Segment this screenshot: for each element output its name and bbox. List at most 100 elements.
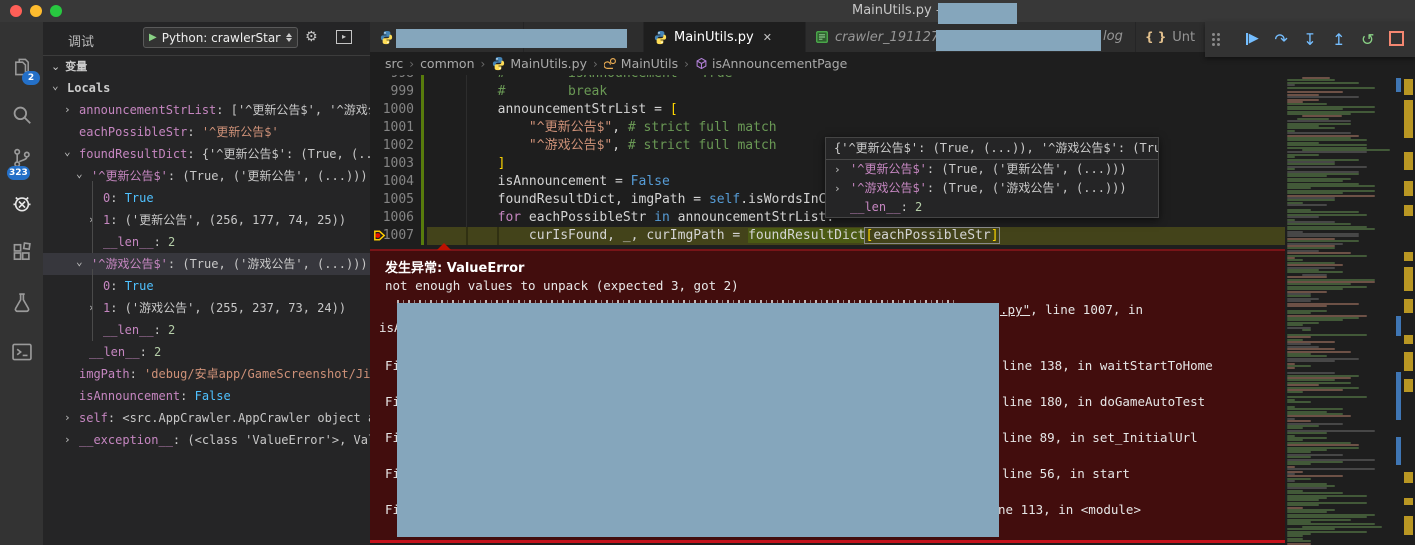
minimap-code-line — [1287, 84, 1295, 87]
breadcrumb-item[interactable]: MainUtils — [603, 56, 678, 71]
chevron-right-icon[interactable]: › — [834, 179, 841, 198]
gear-icon[interactable]: ⚙ — [305, 29, 318, 45]
chevron-down-icon[interactable]: ⌄ — [64, 143, 71, 163]
minimap[interactable] — [1285, 75, 1415, 545]
variable-row[interactable]: › self: <src.AppCrawler.AppCrawler object… — [43, 407, 370, 429]
tab-mainutils[interactable]: MainUtils.py ✕ — [644, 22, 806, 52]
variable-row[interactable]: eachPossibleStr: '^更新公告$' — [43, 121, 370, 143]
minimap-code-line — [1287, 391, 1303, 394]
breadcrumb-label: isAnnouncementPage — [711, 56, 848, 71]
debug-sidebar: 调试 ▶ Python: crawlerStart ⚙ ▸ ⌄ 变量 ⌄ Local… — [43, 22, 370, 545]
explorer-activity-item[interactable]: 2 — [0, 49, 43, 89]
minimap-code-line — [1287, 480, 1295, 483]
minimap-code-line — [1287, 305, 1327, 307]
zoom-window-button[interactable] — [50, 5, 62, 17]
line-number: 1002 — [382, 138, 414, 153]
step-out-icon[interactable]: ↥ — [1328, 31, 1350, 48]
tab-label: MainUtils.py — [674, 29, 754, 45]
current-execution-breakpoint-icon[interactable] — [372, 228, 387, 247]
chevron-down-icon[interactable]: ⌄ — [76, 165, 83, 185]
variable-row[interactable]: ⌄ foundResultDict: {'^更新公告$': (True, (...… — [43, 143, 370, 165]
variable-text: 0: True — [103, 191, 154, 205]
minimap-code-line — [1287, 240, 1359, 243]
code-line[interactable]: ] — [435, 155, 506, 173]
chevron-right-icon[interactable]: › — [64, 99, 71, 121]
variable-text: __len__: 2 — [89, 345, 162, 359]
minimap-code-line — [1287, 264, 1343, 267]
variable-text: isAnnouncement: False — [79, 389, 231, 403]
search-activity-item[interactable] — [0, 97, 43, 137]
variable-row[interactable]: › __exception__: (<class 'ValueError'>, V… — [43, 429, 370, 451]
variables-section-header[interactable]: ⌄ 变量 — [43, 55, 370, 78]
breadcrumb-label: src — [385, 56, 404, 71]
test-activity-item[interactable] — [0, 285, 43, 325]
overview-ruler-marker-yellow — [1404, 472, 1413, 483]
window-title: MainUtils.py — — [852, 3, 949, 18]
variable-row[interactable]: › announcementStrList: ['^更新公告$', '^游戏公… — [43, 99, 370, 121]
overview-ruler-marker-yellow — [1404, 181, 1413, 196]
step-into-icon[interactable]: ↧ — [1299, 31, 1321, 48]
breadcrumb-item[interactable]: common — [420, 56, 474, 71]
code-line[interactable]: foundResultDict, imgPath = self.isWordsI… — [435, 191, 842, 209]
code-line[interactable]: announcementStrList = [ — [435, 101, 678, 119]
tab-untitled[interactable]: { } Unt — [1136, 22, 1212, 52]
chevron-down-icon[interactable]: ⌄ — [76, 253, 83, 273]
minimize-window-button[interactable] — [30, 5, 42, 17]
chevron-right-icon[interactable]: › — [64, 407, 71, 429]
code-line[interactable]: curIsFound, _, curImgPath = foundResultD… — [435, 227, 1000, 245]
close-window-button[interactable] — [10, 5, 22, 17]
minimap-code-line — [1287, 516, 1367, 519]
step-over-icon[interactable]: ↷ — [1270, 31, 1292, 48]
code-line[interactable]: "^游戏公告$", # strict full match — [435, 137, 777, 155]
start-debug-icon[interactable]: ▶ — [149, 32, 157, 43]
source-control-activity-item[interactable]: 323 — [0, 140, 43, 180]
debug-console-icon[interactable]: ▸ — [336, 30, 352, 44]
minimap-code-line — [1287, 192, 1343, 195]
code-line[interactable]: isAnnouncement = False — [435, 173, 670, 191]
chevron-right-icon[interactable]: › — [64, 429, 71, 451]
variable-row[interactable]: ⌄ Locals — [43, 77, 370, 99]
badge: 323 — [7, 166, 30, 180]
python-icon — [491, 56, 506, 71]
breadcrumb-item[interactable]: src — [385, 56, 403, 71]
terminal-activity-item[interactable] — [0, 334, 43, 374]
variable-text: 1: ('游戏公告', (255, 237, 73, 24)) — [103, 301, 347, 315]
tooltip-row[interactable]: __len__: 2 — [826, 198, 1158, 217]
code-line[interactable]: "^更新公告$", # strict full match — [435, 119, 777, 137]
minimap-code-line — [1287, 504, 1319, 507]
stop-icon[interactable] — [1385, 30, 1407, 49]
minimap-code-line — [1287, 276, 1327, 279]
variable-row[interactable]: imgPath: 'debug/安卓app/GameScreenshot/Jia… — [43, 363, 370, 385]
continue-icon[interactable]: ▶ — [1241, 31, 1263, 48]
debug-activity-item[interactable] — [0, 185, 43, 225]
debug-config-dropdown[interactable]: ▶ Python: crawlerStart — [143, 27, 298, 48]
minimap-code-line — [1287, 432, 1327, 435]
line-number: 1004 — [382, 174, 414, 189]
code-line[interactable]: for eachPossibleStr in announcementStrLi… — [435, 209, 835, 227]
minimap-code-line — [1287, 300, 1311, 303]
line-number: 1005 — [382, 192, 414, 207]
variable-row[interactable]: isAnnouncement: False — [43, 385, 370, 407]
code-line[interactable]: # break — [435, 83, 608, 101]
breadcrumb-item[interactable]: isAnnouncementPage — [695, 56, 847, 71]
variable-row[interactable]: __len__: 2 — [43, 341, 370, 363]
close-tab-icon[interactable]: ✕ — [763, 31, 772, 44]
python-icon — [379, 30, 394, 45]
code-line[interactable]: # isAnnouncement = True — [435, 75, 733, 83]
tooltip-row[interactable]: › '^更新公告$': (True, ('更新公告', (...))) — [826, 160, 1158, 179]
chevron-right-icon[interactable]: › — [834, 160, 841, 179]
chevron-down-icon: ⌄ — [51, 60, 61, 73]
tooltip-row[interactable]: › '^游戏公告$': (True, ('游戏公告', (...))) — [826, 179, 1158, 198]
minimap-code-line — [1287, 384, 1319, 387]
variable-text: foundResultDict: {'^更新公告$': (True, (...)… — [79, 147, 370, 161]
tab-label-suffix: log — [1103, 29, 1123, 44]
overview-ruler-marker-blue — [1396, 316, 1401, 336]
restart-icon[interactable]: ↺ — [1357, 31, 1379, 48]
extensions-activity-item[interactable] — [0, 235, 43, 275]
breadcrumb-item[interactable]: MainUtils.py — [491, 56, 587, 71]
variable-text: '^更新公告$': (True, ('更新公告', (...))) — [91, 169, 368, 183]
minimap-code-line — [1287, 96, 1359, 99]
chevron-down-icon[interactable]: ⌄ — [52, 77, 59, 97]
overview-ruler-marker-yellow — [1404, 379, 1413, 392]
minimap-code-line — [1302, 329, 1311, 331]
